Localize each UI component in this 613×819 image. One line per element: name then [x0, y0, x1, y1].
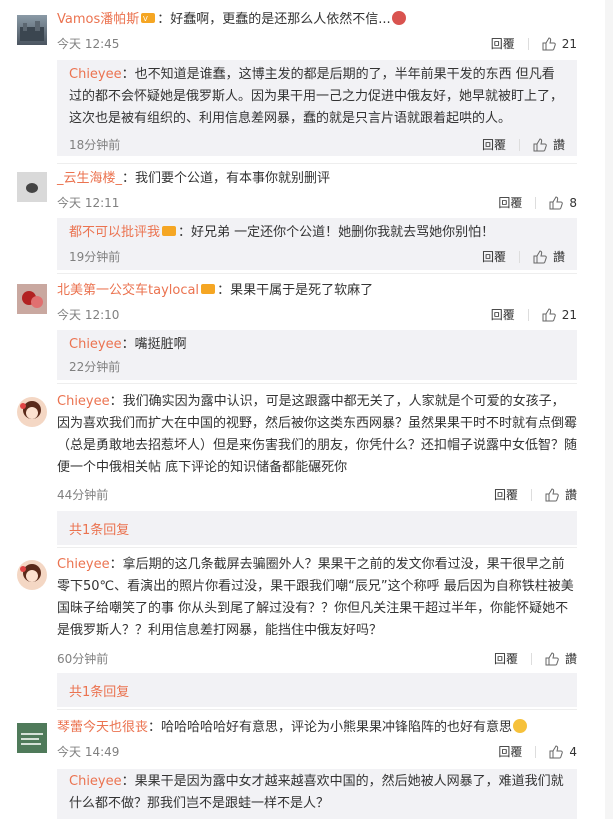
show-replies-link[interactable]: 共1条回复 — [57, 511, 577, 545]
reply-button[interactable]: 回覆 — [498, 194, 522, 211]
reply-button[interactable]: 回覆 — [482, 136, 506, 153]
divider — [527, 308, 529, 321]
scrollbar[interactable] — [605, 0, 613, 819]
vip-badge-icon: V — [141, 10, 156, 23]
like-button[interactable]: 4 — [549, 745, 577, 759]
laugh-emoji-icon — [513, 719, 528, 733]
divider — [57, 383, 577, 384]
like-label: 讚 — [552, 138, 565, 152]
divider — [57, 547, 577, 548]
thumbs-up-icon — [549, 195, 564, 209]
thumbs-up-icon — [533, 249, 547, 263]
comment-text: ：我们确实因为露中认识，可是这跟露中都无关了，人家就是个可爱的女孩子，因为喜欢我… — [57, 394, 578, 475]
like-label: 讚 — [552, 250, 565, 264]
reply-time: 18分钟前 — [69, 138, 121, 152]
like-button[interactable]: 21 — [542, 308, 577, 322]
comment-text: ：果果干属于是死了软麻了 — [217, 283, 374, 298]
reply-time: 22分钟前 — [69, 360, 121, 374]
comment-time: 60分钟前 — [57, 652, 109, 666]
avatar[interactable] — [17, 560, 47, 590]
show-replies-link[interactable]: 共1条回复 — [57, 673, 577, 707]
like-button[interactable]: 讚 — [545, 650, 577, 667]
avatar[interactable] — [17, 15, 47, 45]
like-count: 21 — [561, 36, 577, 51]
divider — [535, 745, 537, 758]
reply-username[interactable]: Chieyee — [69, 774, 122, 789]
comment-time: 今天 12:11 — [57, 196, 120, 210]
comment-text: ：拿后期的这几条截屏去骗圈外人？果果干之前的发文你看过没，果干很早之前零下50℃… — [57, 557, 574, 638]
like-button[interactable]: 讚 — [545, 486, 577, 503]
like-count: 8 — [569, 195, 577, 210]
vip-badge-icon — [201, 281, 216, 294]
thumbs-up-icon — [545, 487, 559, 501]
reply-button[interactable]: 回覆 — [491, 306, 515, 323]
reply-text: ：嘴挺脏啊 — [121, 337, 187, 352]
avatar[interactable] — [17, 172, 47, 202]
comment-username[interactable]: Chieyee — [57, 557, 110, 572]
thumbs-up-icon — [533, 137, 547, 151]
comment-username[interactable]: Vamos潘帕斯 — [57, 12, 139, 27]
like-count: 21 — [561, 307, 577, 322]
like-count: 4 — [569, 744, 577, 759]
like-label: 讚 — [564, 652, 577, 666]
reply-box: Chieyee：果果干是因为露中女才越来越喜欢中国的，然后她被人网暴了，难道我们… — [57, 769, 577, 819]
like-button[interactable]: 讚 — [533, 248, 565, 265]
comment-time: 今天 14:49 — [57, 745, 120, 759]
comment-text: ：我们要个公道，有本事你就别删评 — [122, 171, 331, 186]
avatar[interactable] — [17, 284, 47, 314]
reply-username[interactable]: Chieyee — [69, 67, 122, 82]
thumbs-up-icon — [549, 744, 564, 758]
like-button[interactable]: 21 — [542, 37, 577, 51]
thumbs-up-icon — [545, 651, 559, 665]
like-label: 讚 — [564, 488, 577, 502]
comment-time: 今天 12:45 — [57, 37, 120, 51]
emoji-icon — [391, 11, 406, 25]
reply-text: ：好兄弟 一定还你个公道！她删你我就去骂她你别怕！ — [178, 225, 495, 240]
reply-box: Chieyee：也不知道是谁蠢，这博主发的都是后期的了，半年前果干发的东西 但凡… — [57, 60, 577, 156]
show-replies-label[interactable]: 共1条回复 — [69, 681, 129, 700]
divider — [530, 652, 532, 665]
comment-text: ：好蠢啊，更蠢的是还那么人依然不信... — [157, 12, 391, 27]
divider — [535, 196, 537, 209]
thumbs-up-icon — [542, 36, 556, 50]
show-replies-label[interactable]: 共1条回复 — [69, 519, 129, 538]
divider — [518, 250, 520, 263]
reply-username[interactable]: Chieyee — [69, 337, 122, 352]
reply-box: 都不可以批评我 ：好兄弟 一定还你个公道！她删你我就去骂她你别怕！ 19分钟前 回… — [57, 218, 577, 270]
comment-username[interactable]: 北美第一公交车taylocal — [57, 283, 199, 298]
reply-button[interactable]: 回覆 — [494, 486, 518, 503]
divider — [527, 37, 529, 50]
comment-username[interactable]: Chieyee — [57, 394, 110, 409]
divider — [57, 709, 577, 710]
avatar[interactable] — [17, 397, 47, 427]
reply-button[interactable]: 回覆 — [491, 35, 515, 52]
reply-button[interactable]: 回覆 — [494, 650, 518, 667]
divider — [57, 163, 577, 164]
reply-text: ：果果干是因为露中女才越来越喜欢中国的，然后她被人网暴了，难道我们就什么都不做？… — [69, 774, 564, 811]
reply-time: 19分钟前 — [69, 250, 121, 264]
like-button[interactable]: 讚 — [533, 136, 565, 153]
reply-button[interactable]: 回覆 — [498, 743, 522, 760]
reply-button[interactable]: 回覆 — [482, 248, 506, 265]
comment-text: ：哈哈哈哈哈好有意思，评论为小熊果果冲锋陷阵的也好有意思 — [148, 720, 513, 735]
comment-username[interactable]: _云生海楼_ — [57, 171, 122, 186]
reply-username[interactable]: 都不可以批评我 — [69, 225, 160, 240]
vip-badge-icon — [162, 223, 177, 236]
svg-text:V: V — [143, 15, 148, 23]
divider — [518, 138, 520, 151]
divider — [57, 273, 577, 274]
like-button[interactable]: 8 — [549, 196, 577, 210]
comment-time: 44分钟前 — [57, 488, 109, 502]
divider — [530, 488, 532, 501]
comment-username[interactable]: 琴蕾今天也很丧 — [57, 720, 148, 735]
thumbs-up-icon — [542, 307, 556, 321]
avatar[interactable] — [17, 723, 47, 753]
reply-box: Chieyee：嘴挺脏啊 22分钟前 — [57, 330, 577, 380]
comment-time: 今天 12:10 — [57, 308, 120, 322]
reply-text: ：也不知道是谁蠢，这博主发的都是后期的了，半年前果干发的东西 但凡看过的都不会怀… — [69, 67, 564, 126]
